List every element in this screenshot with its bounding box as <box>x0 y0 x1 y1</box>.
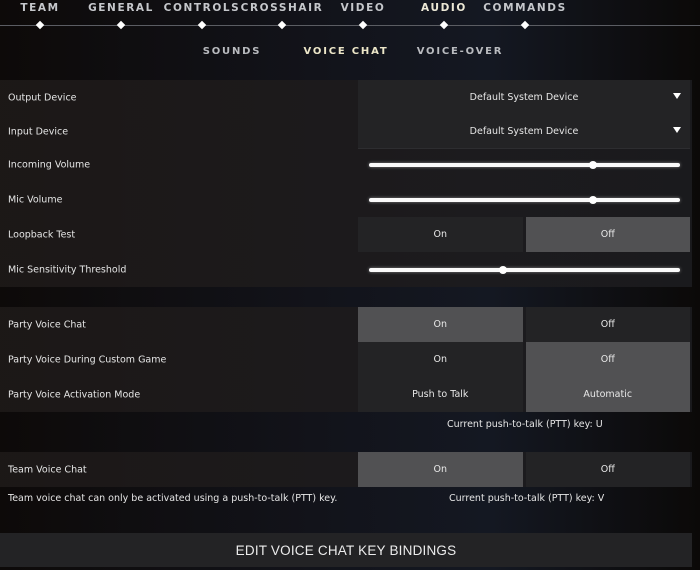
tab-team[interactable]: TEAM <box>20 2 59 14</box>
team-voice-info: Team voice chat can only be activated us… <box>8 493 338 504</box>
mic-volume-row: Mic Volume <box>0 182 692 217</box>
automatic-option[interactable]: Automatic <box>525 377 690 412</box>
team-voice-chat-row: Team Voice Chat On Off <box>0 452 692 487</box>
tab-marker-icon <box>116 20 126 30</box>
slider-track[interactable] <box>369 162 680 167</box>
party-ptt-key-note: Current push-to-talk (PTT) key: U <box>447 419 603 430</box>
party-voice-chat-label: Party Voice Chat <box>8 319 86 330</box>
mic-volume-label: Mic Volume <box>8 194 63 205</box>
tab-marker-icon <box>439 20 449 30</box>
incoming-volume-row: Incoming Volume <box>0 147 692 182</box>
output-device-label: Output Device <box>8 92 77 103</box>
slider-knob[interactable] <box>498 265 507 274</box>
loopback-test-toggle: On Off <box>358 217 690 252</box>
party-voice-on-option[interactable]: On <box>358 307 523 342</box>
mic-sensitivity-label: Mic Sensitivity Threshold <box>8 264 127 275</box>
subtab-voice-chat[interactable]: VOICE CHAT <box>304 46 389 57</box>
top-nav: TEAM GENERAL CONTROLS CROSSHAIR VIDEO AU… <box>0 0 700 32</box>
subtab-sounds[interactable]: SOUNDS <box>203 46 262 57</box>
tab-crosshair[interactable]: CROSSHAIR <box>241 2 324 14</box>
subtab-voice-over[interactable]: VOICE-OVER <box>417 46 504 57</box>
party-voice-chat-toggle: On Off <box>358 307 690 342</box>
party-voice-custom-label: Party Voice During Custom Game <box>8 354 167 365</box>
mic-sensitivity-row: Mic Sensitivity Threshold <box>0 252 692 287</box>
loopback-test-row: Loopback Test On Off <box>0 217 692 252</box>
team-ptt-key-note: Current push-to-talk (PTT) key: V <box>449 493 605 504</box>
slider-track[interactable] <box>369 197 680 202</box>
slider-knob[interactable] <box>588 195 597 204</box>
tab-audio[interactable]: AUDIO <box>421 2 467 14</box>
loopback-off-option[interactable]: Off <box>525 217 690 252</box>
team-voice-on-option[interactable]: On <box>358 452 523 487</box>
mic-sensitivity-slider[interactable] <box>358 252 690 287</box>
input-device-dropdown[interactable]: Default System Device <box>358 114 690 149</box>
caret-down-icon <box>673 127 681 133</box>
incoming-volume-slider[interactable] <box>358 147 690 182</box>
incoming-volume-label: Incoming Volume <box>8 159 91 170</box>
party-voice-custom-toggle: On Off <box>358 342 690 377</box>
team-voice-chat-toggle: On Off <box>358 452 690 487</box>
team-voice-off-option[interactable]: Off <box>525 452 690 487</box>
mic-volume-slider[interactable] <box>358 182 690 217</box>
slider-knob[interactable] <box>588 160 597 169</box>
party-activation-label: Party Voice Activation Mode <box>8 389 141 400</box>
output-device-row: Output Device Default System Device <box>0 80 692 115</box>
input-device-row: Input Device Default System Device <box>0 114 692 149</box>
tab-marker-icon <box>520 20 530 30</box>
party-voice-chat-row: Party Voice Chat On Off <box>0 307 692 342</box>
team-voice-chat-label: Team Voice Chat <box>8 464 87 475</box>
push-to-talk-option[interactable]: Push to Talk <box>358 377 523 412</box>
input-device-label: Input Device <box>8 126 69 137</box>
party-voice-section: Party Voice Chat On Off Party Voice Duri… <box>0 307 692 412</box>
slider-track[interactable] <box>369 267 680 272</box>
tab-marker-icon <box>197 20 207 30</box>
tab-marker-icon <box>35 20 45 30</box>
device-settings-section: Output Device Default System Device Inpu… <box>0 80 692 287</box>
team-voice-section: Team Voice Chat On Off <box>0 452 692 487</box>
tab-controls[interactable]: CONTROLS <box>164 2 241 14</box>
caret-down-icon <box>673 93 681 99</box>
tab-commands[interactable]: COMMANDS <box>483 2 567 14</box>
tab-marker-icon <box>277 20 287 30</box>
edit-key-bindings-button[interactable]: EDIT VOICE CHAT KEY BINDINGS <box>0 533 692 567</box>
party-voice-custom-row: Party Voice During Custom Game On Off <box>0 342 692 377</box>
custom-game-off-option[interactable]: Off <box>525 342 690 377</box>
output-device-dropdown[interactable]: Default System Device <box>358 80 690 115</box>
loopback-test-label: Loopback Test <box>8 229 76 240</box>
nav-line <box>0 25 700 26</box>
loopback-on-option[interactable]: On <box>358 217 523 252</box>
party-voice-off-option[interactable]: Off <box>525 307 690 342</box>
party-activation-row: Party Voice Activation Mode Push to Talk… <box>0 377 692 412</box>
custom-game-on-option[interactable]: On <box>358 342 523 377</box>
tab-general[interactable]: GENERAL <box>88 2 154 14</box>
tab-video[interactable]: VIDEO <box>341 2 386 14</box>
input-device-value: Default System Device <box>469 125 579 137</box>
tab-marker-icon <box>358 20 368 30</box>
party-activation-toggle: Push to Talk Automatic <box>358 377 690 412</box>
output-device-value: Default System Device <box>469 91 579 103</box>
